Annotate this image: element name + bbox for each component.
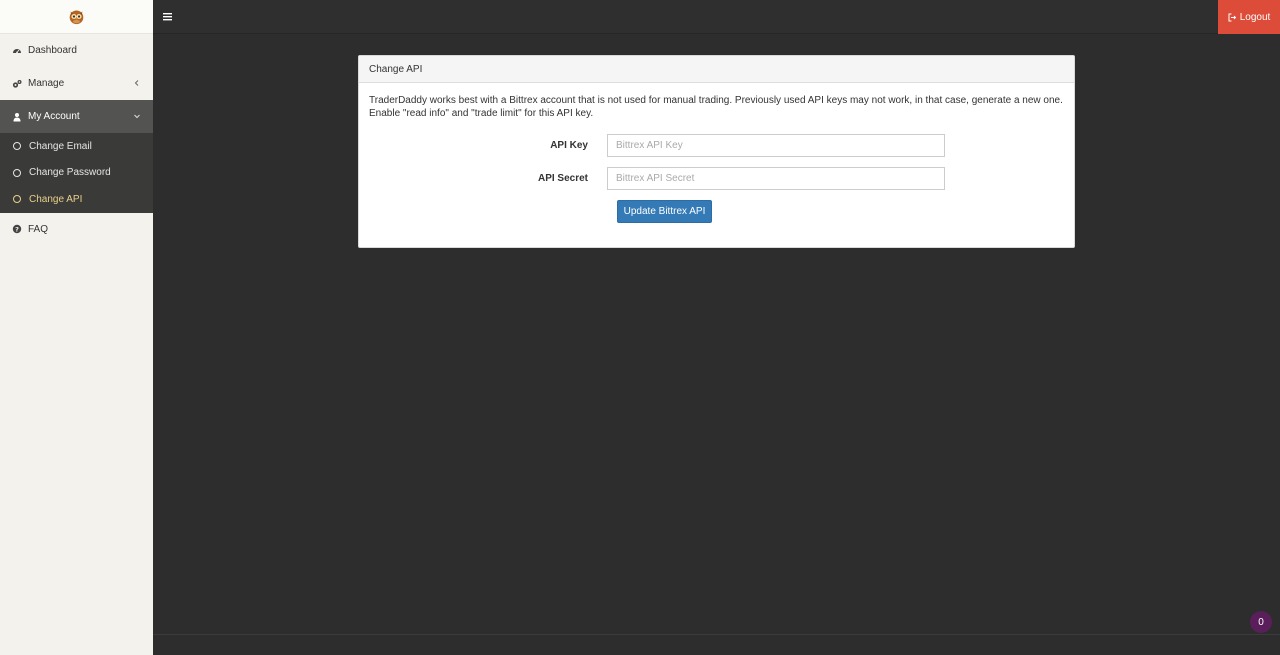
- change-api-panel: Change API TraderDaddy works best with a…: [358, 55, 1075, 248]
- my-account-submenu: Change Email Change Password Change API: [0, 133, 153, 213]
- sidebar-item-faq[interactable]: ? FAQ: [0, 213, 153, 246]
- sidebar: Dashboard Manage My Account Change Email…: [0, 0, 153, 655]
- notification-badge[interactable]: 0: [1250, 611, 1272, 633]
- sidebar-subitem-label: Change API: [29, 193, 83, 205]
- api-key-input[interactable]: [607, 134, 945, 157]
- logout-button[interactable]: Logout: [1218, 0, 1280, 34]
- circle-icon: [13, 142, 21, 151]
- update-bittrex-api-button[interactable]: Update Bittrex API: [617, 200, 712, 223]
- topbar: Logout: [153, 0, 1280, 34]
- panel-body: TraderDaddy works best with a Bittrex ac…: [359, 83, 1074, 234]
- logout-label: Logout: [1239, 11, 1271, 23]
- sidebar-item-label: Dashboard: [28, 45, 77, 56]
- api-key-row: API Key: [369, 134, 1064, 157]
- panel-title: Change API: [359, 56, 1074, 83]
- api-key-label: API Key: [550, 140, 588, 151]
- sidebar-item-my-account[interactable]: My Account: [0, 100, 153, 133]
- svg-text:?: ?: [15, 225, 19, 233]
- api-secret-input[interactable]: [607, 167, 945, 190]
- owl-logo-icon[interactable]: [68, 8, 85, 25]
- sidebar-subitem-change-email[interactable]: Change Email: [0, 133, 153, 160]
- circle-icon: [13, 195, 21, 204]
- sidebar-item-label: FAQ: [28, 223, 49, 235]
- panel-description: TraderDaddy works best with a Bittrex ac…: [369, 95, 1063, 119]
- sidebar-subitem-change-password[interactable]: Change Password: [0, 160, 153, 187]
- user-icon: [12, 112, 22, 122]
- sidebar-item-dashboard[interactable]: Dashboard: [0, 34, 153, 67]
- sidebar-item-label: My Account: [28, 111, 80, 122]
- sidebar-item-label: Manage: [28, 78, 65, 89]
- cogs-icon: [12, 79, 22, 89]
- chevron-left-icon: [134, 80, 139, 86]
- sidebar-item-manage[interactable]: Manage: [0, 67, 153, 100]
- footer: [153, 634, 1280, 655]
- hamburger-menu-icon[interactable]: [163, 12, 172, 21]
- chevron-down-icon: [134, 114, 140, 119]
- dashboard-icon: [12, 46, 22, 56]
- api-secret-row: API Secret: [369, 167, 1064, 190]
- sidebar-subitem-label: Change Password: [29, 167, 111, 179]
- sidebar-subitem-change-api[interactable]: Change API: [0, 186, 153, 213]
- sign-out-icon: [1228, 13, 1236, 21]
- sidebar-subitem-label: Change Email: [29, 140, 92, 152]
- logo-area[interactable]: [0, 0, 153, 34]
- circle-icon: [13, 168, 21, 177]
- main-content: Change API TraderDaddy works best with a…: [153, 35, 1280, 634]
- question-circle-icon: ?: [12, 224, 22, 234]
- api-secret-label: API Secret: [537, 173, 588, 184]
